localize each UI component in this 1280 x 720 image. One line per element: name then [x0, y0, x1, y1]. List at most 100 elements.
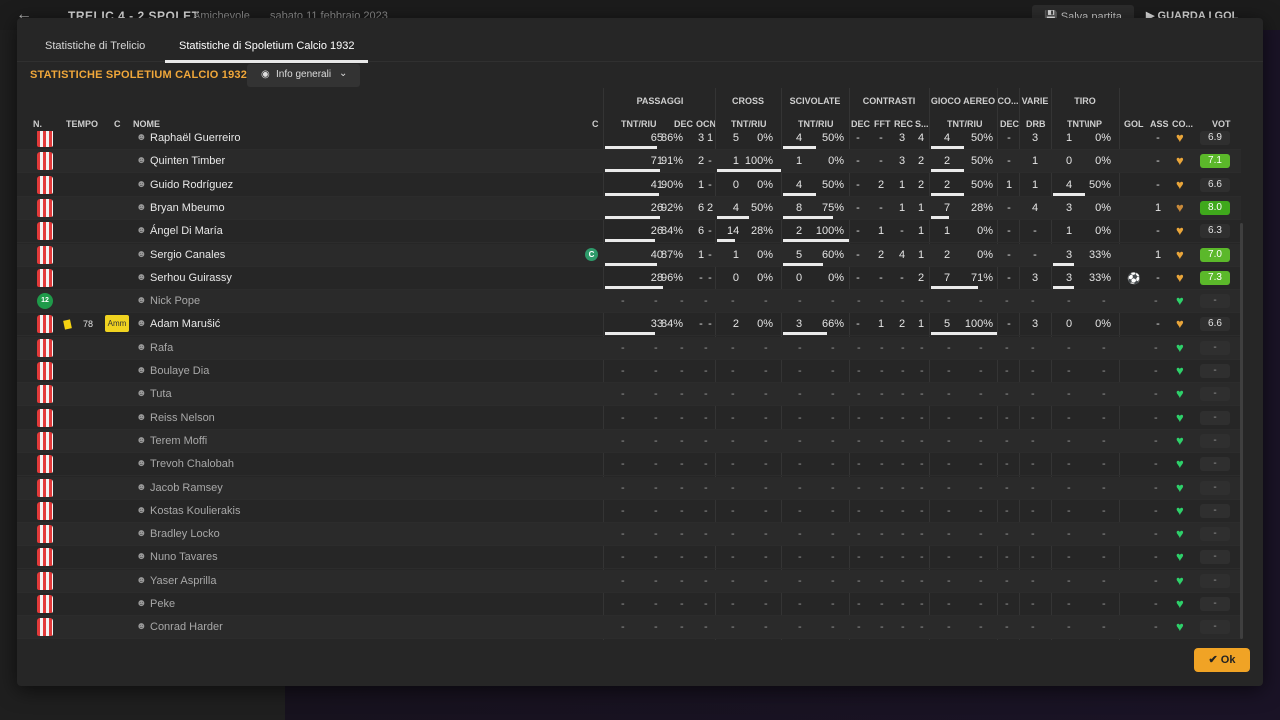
- empty-stat: -: [1031, 458, 1035, 471]
- table-row[interactable]: ☻ Kostas Koulierakis - - - - - - - - - - - - - - - - - - - ♥ -: [17, 500, 1241, 523]
- player-name[interactable]: Trevoh Chalobah: [150, 458, 234, 470]
- col-pass-ocn[interactable]: OCN: [696, 119, 716, 129]
- rating-badge: 7.0: [1200, 247, 1230, 262]
- empty-stat: -: [857, 621, 861, 634]
- shirt-icon: [37, 478, 53, 497]
- group-passaggi: PASSAGGI: [636, 96, 684, 106]
- player-name[interactable]: Adam Marušić: [150, 318, 220, 330]
- col-num[interactable]: N.: [33, 119, 42, 129]
- empty-stat: -: [621, 295, 625, 308]
- empty-stat: -: [704, 528, 708, 541]
- stat-shot-t: 1: [1065, 225, 1073, 238]
- col-air-tr[interactable]: TNT/RIU: [947, 119, 983, 129]
- col-con-fft[interactable]: FFT: [874, 119, 891, 129]
- player-name[interactable]: Jacob Ramsey: [150, 482, 223, 494]
- col-con-rec[interactable]: REC: [894, 119, 913, 129]
- col-gol[interactable]: GOL: [1124, 119, 1144, 129]
- stat-con-fft: -: [879, 201, 883, 214]
- tab-bar: Statistiche di Trelicio Statistiche di S…: [17, 18, 1263, 63]
- rating-badge: 6.3: [1200, 224, 1230, 239]
- col-drb[interactable]: DRB: [1026, 119, 1046, 129]
- table-row[interactable]: ☻ Peke - - - - - - - - - - - - - - - - - - - ♥ -: [17, 593, 1241, 616]
- empty-stat: -: [1005, 295, 1009, 308]
- ok-label: Ok: [1220, 654, 1236, 666]
- table-row[interactable]: ☻ Quinten Timber 71 91% 2-1 100% 1 0% - -3 2 2 50% -1…: [17, 150, 1241, 174]
- col-name[interactable]: NOME: [133, 119, 160, 129]
- stat-co-dec: -: [1007, 132, 1011, 144]
- table-row[interactable]: ☻ Serhou Guirassy 28 96% - -0 0% 0 0% - - -2 7 71% -3 3…: [17, 267, 1241, 290]
- col-co-dec[interactable]: DEC: [1000, 119, 1019, 129]
- table-row[interactable]: ☻ Terem Moffi - - - - - - - - - - - - - - - - - - - ♥ -: [17, 429, 1241, 453]
- player-name[interactable]: Nick Pope: [150, 295, 200, 307]
- stat-slide-r: 0%: [828, 271, 844, 284]
- shirt-icon: [37, 175, 53, 194]
- player-name[interactable]: Terem Moffi: [150, 435, 207, 447]
- tab-spoletium-stats[interactable]: Statistiche di Spoletium Calcio 1932: [179, 40, 354, 52]
- col-vot[interactable]: VOT: [1212, 119, 1231, 129]
- col-con-s[interactable]: S...: [915, 119, 929, 129]
- col-co[interactable]: CO...: [1172, 119, 1193, 129]
- player-name[interactable]: Raphaël Guerreiro: [150, 132, 241, 144]
- player-name[interactable]: Nuno Tavares: [150, 551, 218, 563]
- rating-badge: 6.6: [1200, 177, 1230, 192]
- table-row[interactable]: ☻ Guido Rodríguez 41 90% 1-0 0% 4 50% -2 1 2 2 50% 1 1…: [17, 174, 1241, 197]
- col-pass-tr[interactable]: TNT/RIU: [621, 119, 657, 129]
- col-slide-tr[interactable]: TNT/RIU: [798, 119, 834, 129]
- player-name[interactable]: Tuta: [150, 388, 172, 400]
- stat-pass-r: 90%: [660, 178, 683, 191]
- empty-stat: -: [1102, 528, 1106, 541]
- table-row[interactable]: ☻ Sergio Canales C 40 87% 1-1 0% 5 60% -2 4 1 2 0% - -3…: [17, 243, 1241, 267]
- player-name[interactable]: Conrad Harder: [150, 621, 223, 633]
- table-row[interactable]: ☻ Nuno Tavares - - - - - - - - - - - - - - - - - - - ♥ -: [17, 546, 1241, 570]
- table-row[interactable]: ☻ Bryan Mbeumo 26 92% 6 2 4 50% 8 75% - -1 1 7 28% -4 3 0…: [17, 196, 1241, 220]
- col-con-dec[interactable]: DEC: [851, 119, 870, 129]
- col-shot-tr[interactable]: TNT\INP: [1067, 119, 1102, 129]
- view-dropdown[interactable]: ◉ Info generali ⌄: [247, 64, 360, 87]
- player-name[interactable]: Yaser Asprilla: [150, 575, 216, 587]
- empty-stat: -: [1154, 341, 1158, 354]
- col-time[interactable]: TEMPO: [66, 119, 98, 129]
- col-cross-tr[interactable]: TNT/RIU: [731, 119, 767, 129]
- player-name[interactable]: Reiss Nelson: [150, 412, 215, 424]
- table-row[interactable]: ☻ Boulaye Dia - - - - - - - - - - - - - - - - - - - ♥ -: [17, 360, 1241, 383]
- table-row[interactable]: ☻ Yaser Asprilla - - - - - - - - - - - - - - - - - - - ♥ -: [17, 569, 1241, 593]
- table-row[interactable]: ☻ Conrad Harder - - - - - - - - - - - - - - - - - - - ♥ -: [17, 616, 1241, 639]
- col-c[interactable]: C: [114, 119, 121, 129]
- col-pass-dec[interactable]: DEC: [674, 119, 693, 129]
- player-name[interactable]: Kostas Koulierakis: [150, 505, 241, 517]
- table-row[interactable]: ☻ Bradley Locko - - - - - - - - - - - - - - - - - - - ♥ -: [17, 523, 1241, 547]
- table-row[interactable]: ☻ Raphaël Guerreiro 65 86% 3 1 5 0% 4 50% - -3 4 4 50%…: [17, 131, 1241, 150]
- table-row[interactable]: ☻ Jacob Ramsey - - - - - - - - - - - - - - - - - - - ♥ -: [17, 476, 1241, 500]
- empty-stat: -: [1031, 434, 1035, 447]
- empty-stat: -: [880, 365, 884, 377]
- player-name[interactable]: Bryan Mbeumo: [150, 202, 225, 214]
- player-name[interactable]: Quinten Timber: [150, 155, 225, 167]
- scrollbar[interactable]: [1240, 223, 1243, 639]
- stats-dialog: Statistiche di Trelicio Statistiche di S…: [17, 18, 1263, 686]
- player-name[interactable]: Sergio Canales: [150, 249, 225, 261]
- player-name[interactable]: Peke: [150, 598, 175, 610]
- player-name[interactable]: Guido Rodríguez: [150, 179, 233, 191]
- empty-stat: -: [704, 411, 708, 424]
- tab-trelicio-stats[interactable]: Statistiche di Trelicio: [45, 40, 145, 52]
- table-row[interactable]: ☻ Trevoh Chalobah - - - - - - - - - - - - - - - - - - - ♥ -: [17, 453, 1241, 477]
- empty-stat: -: [764, 598, 768, 610]
- player-name[interactable]: Boulaye Dia: [150, 365, 209, 377]
- col-c2[interactable]: C: [592, 119, 599, 129]
- empty-stat: -: [1067, 574, 1071, 587]
- table-row[interactable]: ☻ Tuta - - - - - - - - - - - - - - - - - - - ♥ -: [17, 383, 1241, 407]
- player-name[interactable]: Ángel Di María: [150, 225, 223, 237]
- table-row[interactable]: 78 Amm ☻ Adam Marušić 33 84% - -2 0% 3 66% -1 2 1 5 100…: [17, 313, 1241, 337]
- table-row[interactable]: ☻ Ángel Di María 26 84% 6-14 28% 2 100% -1-1 1 0% -…: [17, 220, 1241, 244]
- condition-heart-icon: ♥: [1176, 363, 1184, 378]
- table-row[interactable]: ☻ Reiss Nelson - - - - - - - - - - - - - - - - - - - ♥ -: [17, 407, 1241, 430]
- player-name[interactable]: Bradley Locko: [150, 528, 220, 540]
- player-name[interactable]: Serhou Guirassy: [150, 272, 232, 284]
- table-row[interactable]: 12 ☻ Nick Pope - - - - - - - - - - - - - - - - - - - ♥ -: [17, 290, 1241, 314]
- rating-badge: -: [1200, 387, 1230, 402]
- player-name[interactable]: Rafa: [150, 342, 173, 354]
- empty-stat: -: [731, 295, 735, 308]
- table-row[interactable]: ☻ Rafa - - - - - - - - - - - - - - - - - - - ♥ -: [17, 336, 1241, 360]
- col-ass[interactable]: ASS: [1150, 119, 1169, 129]
- ok-button[interactable]: ✔ Ok: [1194, 648, 1250, 672]
